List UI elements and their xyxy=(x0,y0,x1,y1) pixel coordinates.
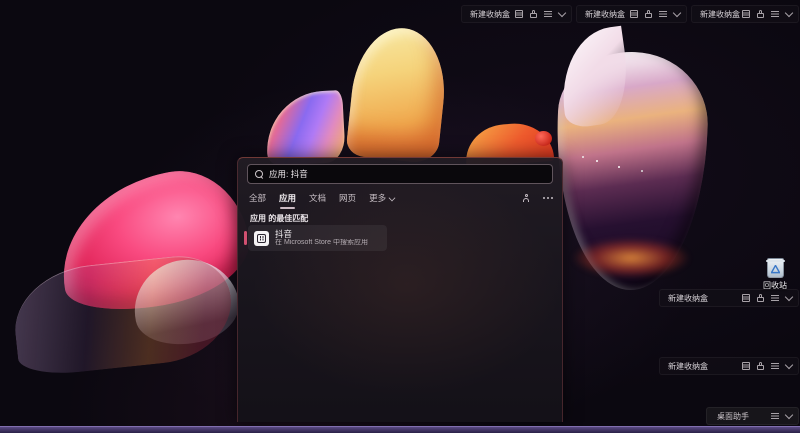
menu-icon[interactable] xyxy=(771,295,779,301)
menu-icon[interactable] xyxy=(771,413,779,419)
sort-icon[interactable] xyxy=(742,10,750,18)
storage-box-title: 新建收纳盒 xyxy=(470,9,510,19)
menu-icon[interactable] xyxy=(771,363,779,369)
storage-box-titlebar-3[interactable]: 新建收纳盒 xyxy=(691,5,799,23)
tab-apps[interactable]: 应用 xyxy=(279,192,296,209)
wallpaper-glass-swoosh xyxy=(9,250,237,379)
lock-icon[interactable] xyxy=(645,10,652,18)
tab-all[interactable]: 全部 xyxy=(249,192,266,204)
search-query-text: 应用: 抖音 xyxy=(269,169,308,179)
wallpaper-orange-glow xyxy=(572,238,690,278)
storage-box-controls xyxy=(515,8,567,18)
search-input[interactable]: 应用: 抖音 xyxy=(247,164,553,184)
app-grid-glyph-icon xyxy=(257,233,266,243)
sort-icon[interactable] xyxy=(742,362,750,370)
recycle-symbol-icon xyxy=(770,265,780,274)
search-result-item[interactable]: 抖音 在 Microsoft Store 中搜索应用 xyxy=(244,225,387,251)
storage-box-controls xyxy=(630,8,682,18)
recycle-bin-label: 回收站 xyxy=(763,281,787,290)
storage-box-titlebar-2[interactable]: 新建收纳盒 xyxy=(576,5,687,23)
tab-more-label: 更多 xyxy=(369,193,387,203)
result-text: 抖音 在 Microsoft Store 中搜索应用 xyxy=(275,229,368,247)
storage-box-titlebar-5[interactable]: 新建收纳盒 xyxy=(659,357,799,375)
sort-icon[interactable] xyxy=(630,10,638,18)
wallpaper-sparkles xyxy=(596,160,598,162)
result-title: 抖音 xyxy=(275,229,293,239)
storage-box-controls xyxy=(742,8,794,18)
storage-box-title: 新建收纳盒 xyxy=(668,293,708,303)
storage-box-controls xyxy=(742,360,794,370)
chevron-down-icon xyxy=(388,194,396,201)
wallpaper-red-dot xyxy=(535,131,552,146)
sort-icon[interactable] xyxy=(515,10,523,18)
assistant-bar-label: 桌面助手 xyxy=(717,411,749,421)
lock-icon[interactable] xyxy=(530,10,537,18)
recycle-bin-icon xyxy=(765,258,785,278)
recycle-bin-shortcut[interactable]: 回收站 xyxy=(755,258,795,291)
lock-icon[interactable] xyxy=(757,294,764,302)
search-icon xyxy=(255,170,263,178)
search-panel: 应用: 抖音 全部 应用 文档 网页 更多 应用 的最佳匹配 抖音 在 Micr… xyxy=(237,157,563,422)
chevron-down-icon[interactable] xyxy=(784,410,794,420)
sort-icon[interactable] xyxy=(742,294,750,302)
storage-box-title: 新建收纳盒 xyxy=(700,9,740,19)
tab-documents[interactable]: 文档 xyxy=(309,192,326,204)
desktop: 新建收纳盒 新建收纳盒 新建收纳盒 新建收纳盒 新建收纳盒 回收站 桌面助手 应… xyxy=(0,0,800,433)
chevron-down-icon[interactable] xyxy=(784,8,794,18)
store-app-icon xyxy=(254,230,269,246)
menu-icon[interactable] xyxy=(771,11,779,17)
search-filter-tabs: 全部 应用 文档 网页 更多 xyxy=(249,190,553,209)
storage-box-controls xyxy=(742,292,794,302)
more-options-icon[interactable] xyxy=(543,197,545,199)
desktop-assistant-bar[interactable]: 桌面助手 xyxy=(706,407,799,425)
storage-box-title: 新建收纳盒 xyxy=(668,361,708,371)
menu-icon[interactable] xyxy=(659,11,667,17)
storage-box-title: 新建收纳盒 xyxy=(585,9,625,19)
chevron-down-icon[interactable] xyxy=(784,292,794,302)
chevron-down-icon[interactable] xyxy=(784,360,794,370)
lock-icon[interactable] xyxy=(757,362,764,370)
storage-box-titlebar-1[interactable]: 新建收纳盒 xyxy=(461,5,572,23)
wallpaper-yellow-petal xyxy=(345,23,451,165)
best-match-header: 应用 的最佳匹配 xyxy=(250,214,309,223)
wallpaper-purple-fin xyxy=(264,90,346,166)
chevron-down-icon[interactable] xyxy=(672,8,682,18)
tab-web[interactable]: 网页 xyxy=(339,192,356,204)
chevron-down-icon[interactable] xyxy=(557,8,567,18)
selection-accent-bar xyxy=(244,231,247,245)
taskbar[interactable] xyxy=(0,426,800,433)
storage-box-titlebar-4[interactable]: 新建收纳盒 xyxy=(659,289,799,307)
menu-icon[interactable] xyxy=(544,11,552,17)
lock-icon[interactable] xyxy=(757,10,764,18)
user-icon[interactable] xyxy=(522,194,530,202)
result-subtitle: 在 Microsoft Store 中搜索应用 xyxy=(275,239,368,246)
assistant-bar-controls xyxy=(771,410,794,420)
tab-more[interactable]: 更多 xyxy=(369,192,396,204)
